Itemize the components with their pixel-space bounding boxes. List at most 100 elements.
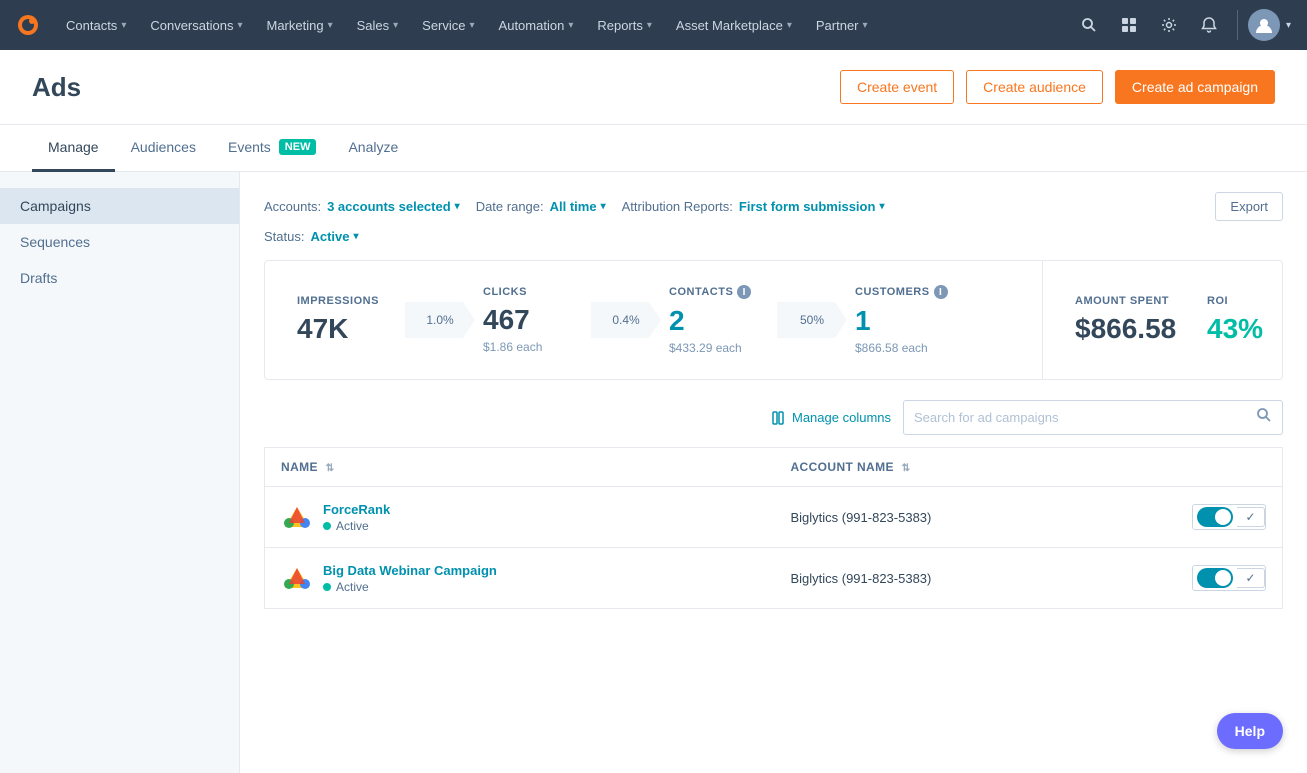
- campaign-name-cell: ForceRank Active: [265, 487, 775, 548]
- account-name-cell: Biglytics (991-823-5383) ✓: [774, 548, 1282, 609]
- campaign-name-cell: Big Data Webinar Campaign Active: [265, 548, 775, 609]
- click-rate: 0.4%: [612, 313, 639, 327]
- sidebar-item-campaigns[interactable]: Campaigns: [0, 188, 239, 224]
- clicks-stat: CLICKS 467 $1.86 each: [483, 286, 583, 354]
- filters-row-2: Status: Active ▾: [264, 229, 1283, 244]
- date-value-dropdown[interactable]: All time ▾: [550, 199, 606, 214]
- sidebar-item-drafts[interactable]: Drafts: [0, 260, 239, 296]
- search-icon[interactable]: [1071, 7, 1107, 43]
- date-label: Date range:: [476, 199, 544, 214]
- manage-columns-button[interactable]: Manage columns: [772, 410, 891, 425]
- roi-value: 43%: [1207, 313, 1263, 345]
- google-ads-icon: [281, 501, 313, 533]
- toggle-thumb: [1215, 570, 1231, 586]
- table-row: Big Data Webinar Campaign Active: [265, 548, 1283, 609]
- nav-contacts[interactable]: Contacts ▾: [56, 12, 136, 39]
- status-dot: [323, 583, 331, 591]
- help-button[interactable]: Help: [1217, 713, 1283, 749]
- clicks-each: $1.86 each: [483, 340, 542, 354]
- table-controls: Manage columns: [264, 400, 1283, 435]
- nav-reports[interactable]: Reports ▾: [587, 12, 662, 39]
- campaign-toggle: ✓: [1192, 504, 1266, 530]
- tab-analyze[interactable]: Analyze: [332, 125, 414, 172]
- campaign-status: Active: [323, 580, 497, 594]
- stats-main: IMPRESSIONS 47K 1.0% CLICKS 467: [265, 261, 1042, 379]
- nav-asset-marketplace[interactable]: Asset Marketplace ▾: [666, 12, 802, 39]
- ctr-rate: 1.0%: [426, 313, 453, 327]
- settings-icon[interactable]: [1151, 7, 1187, 43]
- nav-automation[interactable]: Automation ▾: [489, 12, 584, 39]
- clicks-value: 467: [483, 304, 530, 336]
- export-button[interactable]: Export: [1215, 192, 1283, 221]
- chevron-down-icon: ▾: [354, 231, 359, 242]
- new-badge: NEW: [279, 139, 317, 155]
- page-container: Ads Create event Create audience Create …: [0, 50, 1307, 773]
- sidebar-item-sequences[interactable]: Sequences: [0, 224, 239, 260]
- nav-conversations[interactable]: Conversations ▾: [140, 12, 252, 39]
- account-name-column-header[interactable]: ACCOUNT NAME ⇅: [774, 448, 1282, 487]
- header-actions: Create event Create audience Create ad c…: [840, 70, 1275, 104]
- contacts-stat: CONTACTS i 2 $433.29 each: [669, 285, 769, 355]
- marketplace-icon[interactable]: [1111, 7, 1147, 43]
- toggle-check[interactable]: ✓: [1237, 507, 1265, 527]
- contacts-value: 2: [669, 305, 685, 337]
- roi-label: ROI: [1207, 295, 1228, 307]
- campaign-info: ForceRank Active: [323, 502, 390, 533]
- contacts-info-icon[interactable]: i: [737, 285, 751, 299]
- impressions-value: 47K: [297, 313, 348, 345]
- nav-partner[interactable]: Partner ▾: [806, 12, 878, 39]
- columns-icon: [772, 411, 786, 425]
- create-campaign-button[interactable]: Create ad campaign: [1115, 70, 1275, 104]
- contacts-label: CONTACTS i: [669, 285, 751, 299]
- stats-container: IMPRESSIONS 47K 1.0% CLICKS 467: [264, 260, 1283, 380]
- toggle-track[interactable]: [1197, 507, 1233, 527]
- nav-divider: [1237, 10, 1238, 40]
- campaign-name[interactable]: ForceRank: [323, 502, 390, 517]
- contacts-each: $433.29 each: [669, 341, 742, 355]
- clicks-label: CLICKS: [483, 286, 527, 298]
- chevron-down-icon: ▾: [328, 20, 333, 31]
- tab-manage[interactable]: Manage: [32, 125, 115, 172]
- customers-value: 1: [855, 305, 871, 337]
- campaign-name[interactable]: Big Data Webinar Campaign: [323, 563, 497, 578]
- status-value-dropdown[interactable]: Active ▾: [310, 229, 358, 244]
- filters-row-1: Accounts: 3 accounts selected ▾ Date ran…: [264, 192, 1283, 221]
- avatar[interactable]: [1248, 9, 1280, 41]
- chevron-down-icon: ▾: [455, 201, 460, 212]
- roi-stat: ROI 43%: [1207, 295, 1307, 345]
- tabs-bar: Manage Audiences Events NEW Analyze: [0, 125, 1307, 172]
- content-area: Accounts: 3 accounts selected ▾ Date ran…: [240, 172, 1307, 773]
- stats-right: AMOUNT SPENT $866.58 ROI 43%: [1042, 261, 1282, 379]
- notifications-icon[interactable]: [1191, 7, 1227, 43]
- profile-chevron-icon[interactable]: ▾: [1286, 20, 1291, 31]
- customers-label: CUSTOMERS i: [855, 285, 948, 299]
- toggle-track-wrap: [1193, 505, 1237, 529]
- hubspot-logo[interactable]: [16, 13, 40, 37]
- nav-sales[interactable]: Sales ▾: [347, 12, 409, 39]
- chevron-down-icon: ▾: [879, 201, 884, 212]
- create-event-button[interactable]: Create event: [840, 70, 954, 104]
- attribution-value-dropdown[interactable]: First form submission ▾: [739, 199, 885, 214]
- chevron-down-icon: ▾: [863, 20, 868, 31]
- create-audience-button[interactable]: Create audience: [966, 70, 1103, 104]
- click-to-contact-arrow: 0.4%: [591, 302, 661, 338]
- chevron-down-icon: ▾: [568, 20, 573, 31]
- search-icon[interactable]: [1256, 407, 1272, 428]
- customers-info-icon[interactable]: i: [934, 285, 948, 299]
- toggle-track[interactable]: [1197, 568, 1233, 588]
- tab-events[interactable]: Events NEW: [212, 125, 332, 172]
- campaigns-table: NAME ⇅ ACCOUNT NAME ⇅: [264, 447, 1283, 609]
- customers-stat: CUSTOMERS i 1 $866.58 each: [855, 285, 955, 355]
- accounts-value-dropdown[interactable]: 3 accounts selected ▾: [327, 199, 460, 214]
- chevron-down-icon: ▾: [647, 20, 652, 31]
- nav-service[interactable]: Service ▾: [412, 12, 484, 39]
- sort-icon: ⇅: [902, 463, 911, 474]
- nav-marketing[interactable]: Marketing ▾: [256, 12, 342, 39]
- tab-audiences[interactable]: Audiences: [115, 125, 212, 172]
- chevron-down-icon: ▾: [393, 20, 398, 31]
- name-column-header[interactable]: NAME ⇅: [265, 448, 775, 487]
- toggle-check[interactable]: ✓: [1237, 568, 1265, 588]
- chevron-down-icon: ▾: [470, 20, 475, 31]
- search-campaigns-input[interactable]: [914, 410, 1248, 425]
- account-name-cell: Biglytics (991-823-5383) ✓: [774, 487, 1282, 548]
